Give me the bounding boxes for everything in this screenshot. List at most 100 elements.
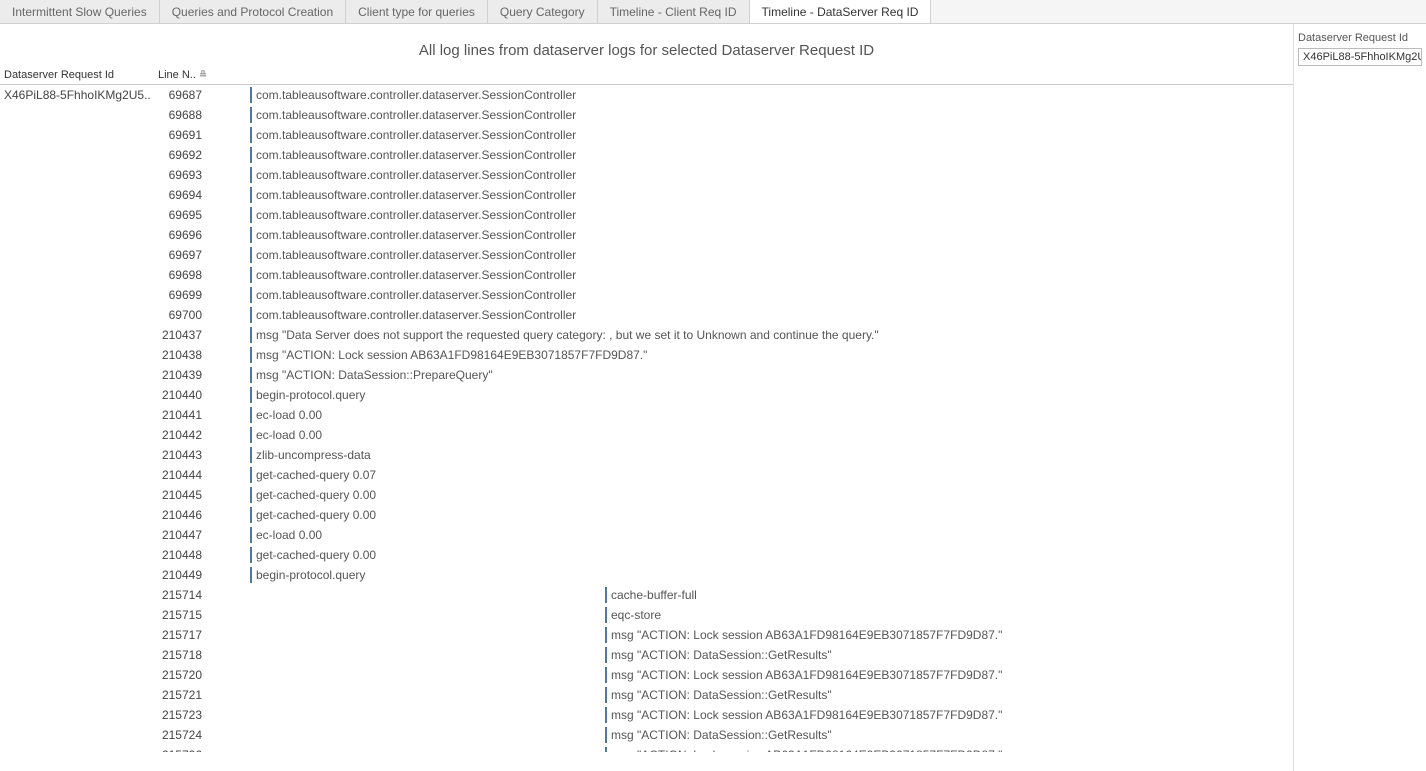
cell-reqid [0, 405, 158, 425]
table-row[interactable]: 210438msg "ACTION: Lock session AB63A1FD… [0, 345, 1293, 365]
filter-value[interactable]: X46PiL88-5FhhoIKMg2U [1298, 48, 1422, 66]
cell-reqid [0, 665, 158, 685]
timeline-mark[interactable] [250, 147, 252, 163]
timeline-label: begin-protocol.query [256, 565, 365, 585]
table-row[interactable]: 210447ec-load 0.00 [0, 525, 1293, 545]
table-row[interactable]: 215718msg "ACTION: DataSession::GetResul… [0, 645, 1293, 665]
table-row[interactable]: 215715eqc-store [0, 605, 1293, 625]
table-row[interactable]: 210440begin-protocol.query [0, 385, 1293, 405]
table-row[interactable]: 210437msg "Data Server does not support … [0, 325, 1293, 345]
table-row[interactable]: 215720msg "ACTION: Lock session AB63A1FD… [0, 665, 1293, 685]
cell-line-number: 210438 [158, 345, 210, 365]
cell-line-number: 215726 [158, 745, 210, 752]
timeline-label: msg "ACTION: Lock session AB63A1FD98164E… [611, 705, 1002, 725]
table-row[interactable]: 215717msg "ACTION: Lock session AB63A1FD… [0, 625, 1293, 645]
table-row[interactable]: 69692com.tableausoftware.controller.data… [0, 145, 1293, 165]
table-row[interactable]: 210444get-cached-query 0.07 [0, 465, 1293, 485]
cell-timeline: cache-buffer-full [210, 585, 1293, 605]
timeline-mark[interactable] [250, 547, 252, 563]
timeline-mark[interactable] [250, 427, 252, 443]
table-row[interactable]: 210446get-cached-query 0.00 [0, 505, 1293, 525]
timeline-mark[interactable] [250, 407, 252, 423]
timeline-mark[interactable] [250, 267, 252, 283]
timeline-mark[interactable] [250, 527, 252, 543]
sort-ascending-icon[interactable]: ≞ [199, 70, 207, 81]
timeline-label: msg "ACTION: Lock session AB63A1FD98164E… [611, 665, 1002, 685]
table-row[interactable]: 69693com.tableausoftware.controller.data… [0, 165, 1293, 185]
header-reqid[interactable]: Dataserver Request Id [0, 69, 158, 81]
table-row[interactable]: 210442ec-load 0.00 [0, 425, 1293, 445]
table-row[interactable]: 69691com.tableausoftware.controller.data… [0, 125, 1293, 145]
timeline-mark[interactable] [250, 567, 252, 583]
timeline-mark[interactable] [605, 647, 607, 663]
cell-reqid [0, 225, 158, 245]
table-row[interactable]: 69697com.tableausoftware.controller.data… [0, 245, 1293, 265]
cell-timeline: com.tableausoftware.controller.dataserve… [210, 265, 1293, 285]
table-row[interactable]: 210441ec-load 0.00 [0, 405, 1293, 425]
timeline-mark[interactable] [250, 207, 252, 223]
data-rows[interactable]: X46PiL88-5FhhoIKMg2U5..69687com.tableaus… [0, 85, 1293, 752]
timeline-mark[interactable] [250, 447, 252, 463]
table-row[interactable]: X46PiL88-5FhhoIKMg2U5..69687com.tableaus… [0, 85, 1293, 105]
table-row[interactable]: 210449begin-protocol.query [0, 565, 1293, 585]
timeline-mark[interactable] [250, 107, 252, 123]
table-row[interactable]: 69699com.tableausoftware.controller.data… [0, 285, 1293, 305]
table-row[interactable]: 210448get-cached-query 0.00 [0, 545, 1293, 565]
timeline-mark[interactable] [605, 667, 607, 683]
table-row[interactable]: 69695com.tableausoftware.controller.data… [0, 205, 1293, 225]
cell-line-number: 210447 [158, 525, 210, 545]
timeline-label: msg "ACTION: Lock session AB63A1FD98164E… [611, 625, 1002, 645]
cell-reqid [0, 625, 158, 645]
cell-line-number: 69691 [158, 125, 210, 145]
tab-intermittent-slow-queries[interactable]: Intermittent Slow Queries [0, 0, 160, 23]
timeline-mark[interactable] [605, 687, 607, 703]
table-row[interactable]: 210445get-cached-query 0.00 [0, 485, 1293, 505]
timeline-mark[interactable] [250, 387, 252, 403]
timeline-mark[interactable] [250, 487, 252, 503]
timeline-mark[interactable] [605, 607, 607, 623]
timeline-mark[interactable] [250, 187, 252, 203]
table-row[interactable]: 69700com.tableausoftware.controller.data… [0, 305, 1293, 325]
table-row[interactable]: 69698com.tableausoftware.controller.data… [0, 265, 1293, 285]
timeline-mark[interactable] [605, 707, 607, 723]
tab-timeline-dataserver-req-id[interactable]: Timeline - DataServer Req ID [750, 0, 932, 23]
timeline-mark[interactable] [250, 247, 252, 263]
timeline-label: com.tableausoftware.controller.dataserve… [256, 245, 576, 265]
timeline-mark[interactable] [250, 227, 252, 243]
timeline-mark[interactable] [605, 747, 607, 752]
table-row[interactable]: 215724msg "ACTION: DataSession::GetResul… [0, 725, 1293, 745]
tab-query-category[interactable]: Query Category [488, 0, 598, 23]
timeline-label: msg "ACTION: DataSession::PrepareQuery" [256, 365, 493, 385]
cell-line-number: 210445 [158, 485, 210, 505]
cell-reqid [0, 385, 158, 405]
timeline-mark[interactable] [605, 727, 607, 743]
timeline-mark[interactable] [250, 127, 252, 143]
header-line[interactable]: Line N..≞ [158, 69, 218, 81]
timeline-mark[interactable] [250, 467, 252, 483]
table-row[interactable]: 69688com.tableausoftware.controller.data… [0, 105, 1293, 125]
timeline-mark[interactable] [250, 307, 252, 323]
table-row[interactable]: 215726msg "ACTION: Lock session AB63A1FD… [0, 745, 1293, 752]
table-row[interactable]: 210439msg "ACTION: DataSession::PrepareQ… [0, 365, 1293, 385]
timeline-mark[interactable] [250, 167, 252, 183]
tab-queries-and-protocol-creation[interactable]: Queries and Protocol Creation [160, 0, 346, 23]
table-row[interactable]: 215723msg "ACTION: Lock session AB63A1FD… [0, 705, 1293, 725]
table-row[interactable]: 210443zlib-uncompress-data [0, 445, 1293, 465]
timeline-label: msg "ACTION: DataSession::GetResults" [611, 645, 832, 665]
timeline-mark[interactable] [250, 507, 252, 523]
table-row[interactable]: 215714cache-buffer-full [0, 585, 1293, 605]
timeline-mark[interactable] [250, 87, 252, 103]
timeline-mark[interactable] [605, 587, 607, 603]
timeline-mark[interactable] [250, 367, 252, 383]
timeline-mark[interactable] [250, 327, 252, 343]
timeline-mark[interactable] [250, 347, 252, 363]
tab-timeline-client-req-id[interactable]: Timeline - Client Req ID [598, 0, 750, 23]
tab-client-type-for-queries[interactable]: Client type for queries [346, 0, 488, 23]
table-row[interactable]: 215721msg "ACTION: DataSession::GetResul… [0, 685, 1293, 705]
timeline-mark[interactable] [250, 287, 252, 303]
table-row[interactable]: 69694com.tableausoftware.controller.data… [0, 185, 1293, 205]
table-row[interactable]: 69696com.tableausoftware.controller.data… [0, 225, 1293, 245]
timeline-mark[interactable] [605, 627, 607, 643]
cell-timeline: get-cached-query 0.00 [210, 505, 1293, 525]
cell-timeline: com.tableausoftware.controller.dataserve… [210, 125, 1293, 145]
